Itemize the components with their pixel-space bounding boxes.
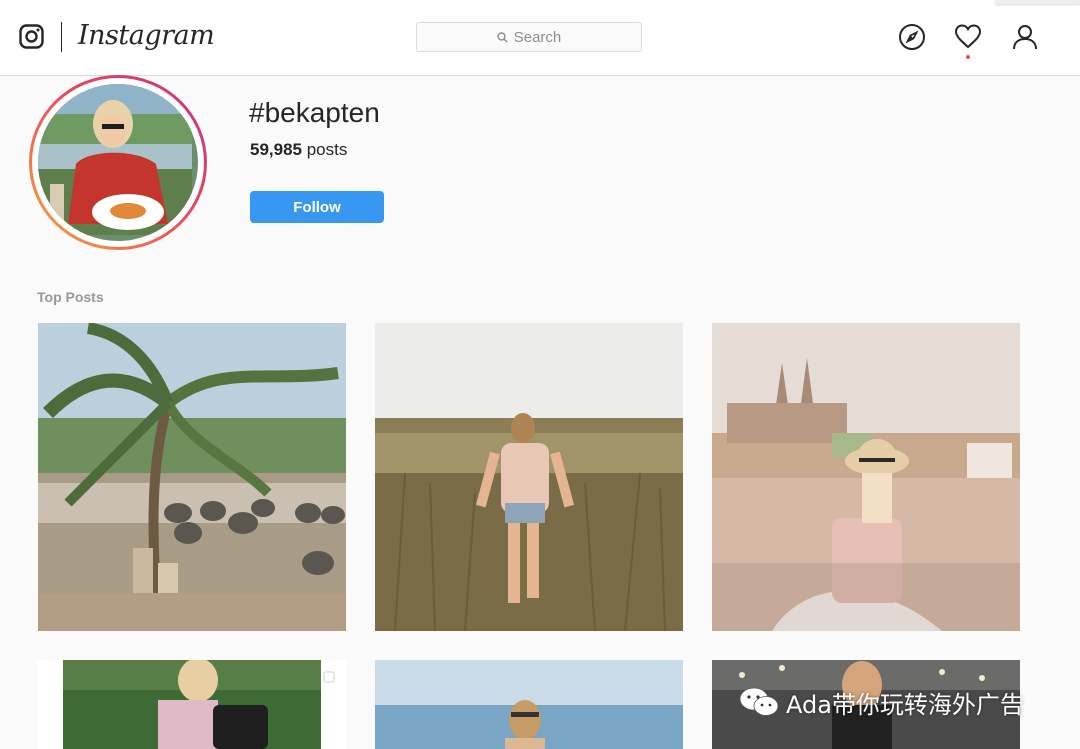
- post-thumbnail[interactable]: [375, 660, 683, 749]
- search-placeholder: Search: [513, 28, 562, 46]
- post-count-number: 59,985: [250, 140, 302, 159]
- post-thumbnail[interactable]: [38, 660, 346, 749]
- browser-edge: [995, 0, 1080, 4]
- post-count-suffix: posts: [302, 140, 348, 159]
- watermark-text: Ada带你玩转海外广告: [786, 690, 1024, 719]
- post-thumbnail[interactable]: [38, 323, 346, 631]
- instagram-wordmark[interactable]: Instagram: [78, 20, 215, 51]
- top-posts-heading: Top Posts: [37, 289, 104, 305]
- avatar-photo: [38, 84, 198, 241]
- follow-button[interactable]: Follow: [250, 191, 384, 223]
- post-count: 59,985 posts: [250, 140, 347, 160]
- wechat-icon: [739, 687, 779, 716]
- notification-dot: [966, 55, 970, 59]
- hashtag-title: #bekapten: [249, 97, 380, 128]
- logo-divider: [61, 22, 62, 52]
- search-input[interactable]: Search: [416, 22, 642, 52]
- hashtag-avatar[interactable]: [29, 75, 207, 250]
- watermark-overlay: Ada带你玩转海外广告: [738, 680, 1024, 724]
- user-icon[interactable]: [1011, 23, 1039, 51]
- instagram-glyph-icon[interactable]: [19, 24, 44, 49]
- post-thumbnail[interactable]: [375, 323, 683, 631]
- top-nav-bar: Instagram Search: [0, 0, 1080, 76]
- heart-icon[interactable]: [954, 23, 982, 51]
- post-thumbnail[interactable]: [712, 323, 1020, 631]
- search-icon: [497, 31, 508, 42]
- compass-icon[interactable]: [898, 23, 926, 51]
